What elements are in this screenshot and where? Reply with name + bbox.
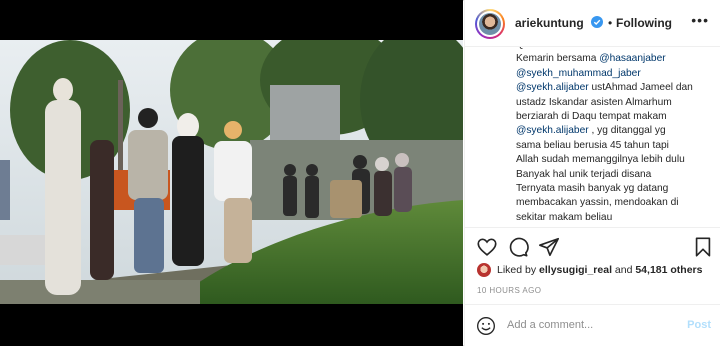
caption-line: sekitar makam beliau bbox=[516, 211, 712, 225]
caption-line: @syekh.alijaber , yg ditanggal yg bbox=[516, 124, 712, 138]
post-comment-button[interactable]: Post bbox=[687, 319, 711, 331]
post-header: ariekuntung • Following ••• bbox=[465, 0, 720, 47]
liker-username[interactable]: ellysugigi_real bbox=[539, 264, 612, 276]
likes-count[interactable]: 54,181 others bbox=[635, 264, 702, 276]
post-timestamp[interactable]: 10 HOURS AGO bbox=[477, 286, 541, 295]
caption-line: berziarah di Daqu tempat makam bbox=[516, 110, 712, 124]
post-media[interactable] bbox=[0, 0, 463, 346]
caption-mention[interactable]: @syekh.alijaber bbox=[516, 82, 589, 93]
caption-mention[interactable]: @hasaanjaber bbox=[599, 53, 665, 64]
caption-text-segment: berziarah di Daqu tempat makam bbox=[516, 111, 667, 123]
comment-bar: Add a comment... Post bbox=[465, 304, 720, 347]
likes-text: Liked by ellysugigi_real and 54,181 othe… bbox=[497, 264, 702, 276]
caption-line: membacakan yassin, mendoakan di bbox=[516, 196, 712, 210]
liker-avatar[interactable] bbox=[477, 263, 491, 277]
caption-text: Qasaruain Kemarin bersama @hasaanjaber @sy… bbox=[516, 47, 712, 225]
post-photo[interactable] bbox=[0, 40, 463, 304]
action-bar bbox=[465, 227, 720, 266]
caption-line: Kemarin bersama @hasaanjaber bbox=[516, 52, 712, 66]
caption-mention[interactable]: @syekh.alijaber bbox=[516, 125, 589, 136]
caption-text-segment: Banyak hal unik terjadi disana bbox=[516, 168, 652, 180]
bookmark-icon[interactable] bbox=[692, 236, 714, 258]
author-avatar[interactable] bbox=[475, 9, 505, 39]
caption-text-segment: sama beliau berusia 45 tahun tapi bbox=[516, 139, 669, 151]
share-icon[interactable] bbox=[538, 236, 560, 258]
caption-text-segment: Allah sudah memanggilnya lebih dulu bbox=[516, 154, 685, 166]
comment-icon[interactable] bbox=[507, 236, 529, 258]
caption-line: Ternyata masih banyak yg datang bbox=[516, 182, 712, 196]
caption-text-segment: ustAhmad Jameel dan bbox=[588, 82, 693, 94]
author-username[interactable]: ariekuntung bbox=[515, 16, 584, 30]
emoji-icon[interactable] bbox=[476, 316, 496, 336]
caption-line: @syekh_muhammad_jaber bbox=[516, 67, 712, 81]
caption-mention[interactable]: @syekh_muhammad_jaber bbox=[516, 68, 641, 79]
heart-icon[interactable] bbox=[476, 236, 498, 258]
post-sidebar: ariekuntung • Following ••• Qasaruain Kem… bbox=[464, 0, 720, 346]
caption-line: Banyak hal unik terjadi disana bbox=[516, 168, 712, 182]
caption-line: Allah sudah memanggilnya lebih dulu bbox=[516, 153, 712, 167]
following-button[interactable]: Following bbox=[616, 16, 672, 30]
verified-badge-icon bbox=[591, 16, 603, 28]
caption-text-segment: membacakan yassin, mendoakan di bbox=[516, 197, 679, 209]
caption-line: @syekh.alijaber ustAhmad Jameel dan bbox=[516, 81, 712, 95]
caption-text-segment: ustadz Iskandar asisten Almarhum bbox=[516, 96, 672, 108]
likes-prefix: Liked by bbox=[497, 264, 540, 276]
likes-middle: and bbox=[611, 264, 636, 276]
caption-text-segment: Kemarin bersama bbox=[516, 53, 600, 65]
post-caption: Qasaruain Kemarin bersama @hasaanjaber @sy… bbox=[516, 47, 712, 227]
more-options-icon[interactable]: ••• bbox=[691, 12, 709, 28]
caption-line: ustadz Iskandar asisten Almarhum bbox=[516, 96, 712, 110]
caption-text-segment: sekitar makam beliau bbox=[516, 211, 613, 223]
caption-text-segment: Ternyata masih banyak yg datang bbox=[516, 183, 669, 195]
comment-input[interactable]: Add a comment... bbox=[507, 319, 593, 331]
caption-text-segment: Qasaruain bbox=[516, 47, 563, 50]
caption-line: sama beliau berusia 45 tahun tapi bbox=[516, 139, 712, 153]
header-separator: • bbox=[608, 16, 613, 30]
caption-text-segment: , yg ditanggal yg bbox=[588, 125, 666, 137]
